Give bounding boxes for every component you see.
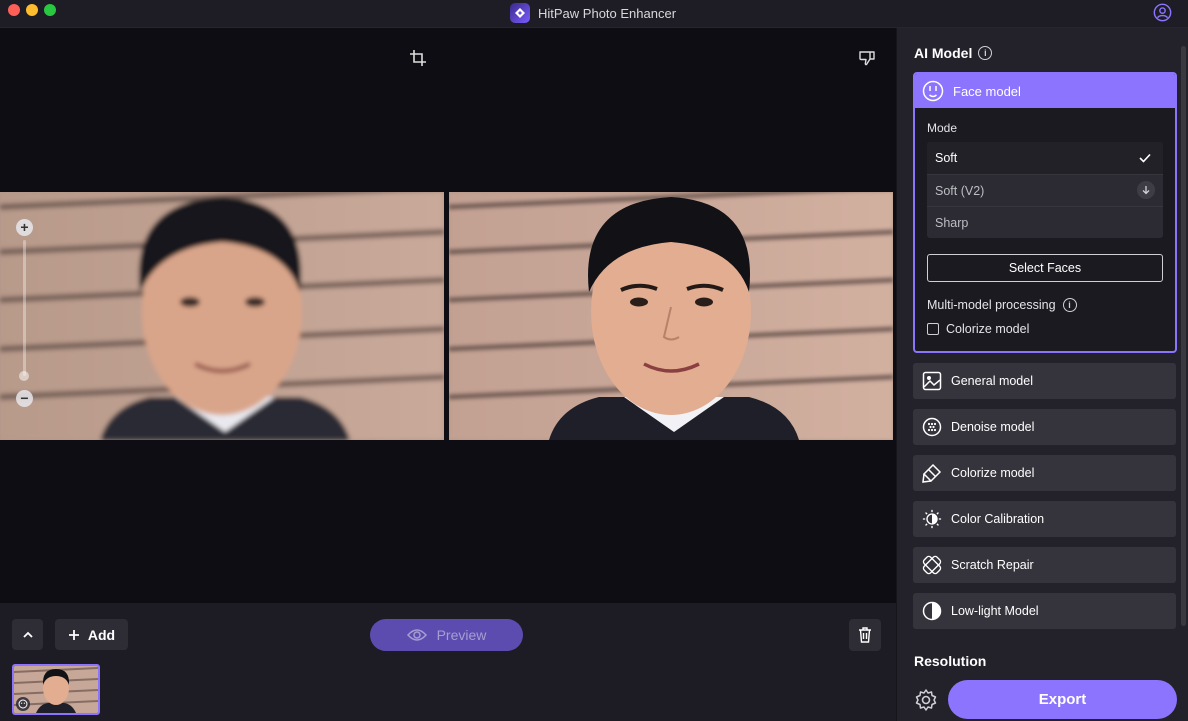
- low-light-model-button[interactable]: Low-light Model: [913, 593, 1176, 629]
- colorize-checkbox-label: Colorize model: [946, 322, 1030, 336]
- ai-model-heading: AI Model i: [914, 45, 993, 61]
- face-model-label: Face model: [953, 83, 1021, 99]
- color-calibration-button[interactable]: Color Calibration: [913, 501, 1176, 537]
- mode-option-soft[interactable]: Soft: [927, 142, 1163, 174]
- mode-option-label: Soft (V2): [935, 183, 985, 198]
- preview-canvas: + −: [0, 28, 896, 603]
- colorize-checkbox[interactable]: Colorize model: [927, 322, 1029, 336]
- preview-button[interactable]: Preview: [370, 619, 523, 651]
- mode-option-sharp[interactable]: Sharp: [927, 206, 1163, 238]
- mode-option-label: Sharp: [935, 215, 969, 230]
- sun-contrast-icon: [922, 509, 942, 529]
- checkbox-box[interactable]: [927, 323, 939, 335]
- app-logo-icon: [510, 3, 530, 23]
- zoom-slider-track[interactable]: [23, 240, 26, 376]
- add-button-label: Add: [87, 626, 116, 643]
- half-circle-icon: [922, 601, 942, 621]
- zoom-out-button[interactable]: −: [16, 390, 33, 407]
- denoise-model-button[interactable]: Denoise model: [913, 409, 1176, 445]
- denoise-icon: [922, 417, 942, 437]
- face-model-header[interactable]: Face model: [915, 74, 1175, 108]
- multi-model-processing: Multi-model processing i: [927, 298, 1077, 312]
- gear-icon[interactable]: [914, 688, 938, 712]
- ai-model-heading-text: AI Model: [914, 45, 973, 61]
- crop-icon[interactable]: [409, 49, 427, 67]
- app-window: HitPaw Photo Enhancer + − Add Preview AI…: [0, 0, 1188, 721]
- account-icon[interactable]: [1153, 3, 1172, 22]
- face-badge-icon: [16, 697, 30, 711]
- model-label: Denoise model: [951, 420, 1035, 434]
- colorize-model-button[interactable]: Colorize model: [913, 455, 1176, 491]
- scratch-repair-button[interactable]: Scratch Repair: [913, 547, 1176, 583]
- multi-model-label: Multi-model processing: [927, 298, 1056, 312]
- model-label: Color Calibration: [951, 512, 1045, 526]
- zoom-slider-handle[interactable]: [19, 371, 29, 381]
- select-faces-button[interactable]: Select Faces: [927, 254, 1163, 282]
- image-icon: [922, 371, 942, 391]
- trash-icon: [859, 627, 871, 643]
- face-model-card[interactable]: Face model Mode Soft Soft (V2) Sharp Sel…: [913, 72, 1177, 353]
- original-photo: [0, 192, 444, 440]
- mode-list: Soft Soft (V2) Sharp: [927, 142, 1163, 238]
- enhanced-photo: [449, 192, 893, 440]
- zoom-in-button[interactable]: +: [16, 219, 33, 236]
- collapse-button[interactable]: [12, 619, 43, 650]
- app-title-text: HitPaw Photo Enhancer: [538, 5, 677, 21]
- delete-button[interactable]: [849, 619, 881, 651]
- mode-label: Mode: [927, 121, 958, 135]
- face-icon: [922, 80, 944, 102]
- model-label: Colorize model: [951, 466, 1035, 480]
- model-label: Scratch Repair: [951, 558, 1034, 572]
- plus-icon: [68, 629, 79, 640]
- bottom-toolbar: Add Preview: [0, 603, 896, 721]
- mode-option-soft-v2[interactable]: Soft (V2): [927, 174, 1163, 206]
- panel-scrollbar[interactable]: [1181, 46, 1186, 626]
- close-window-button[interactable]: [8, 4, 20, 16]
- image-thumbnail[interactable]: [12, 664, 100, 715]
- bandage-icon: [922, 555, 942, 575]
- model-label: Low-light Model: [951, 604, 1039, 618]
- maximize-window-button[interactable]: [44, 4, 56, 16]
- window-title: HitPaw Photo Enhancer: [510, 3, 676, 23]
- general-model-button[interactable]: General model: [913, 363, 1176, 399]
- title-bar: HitPaw Photo Enhancer: [0, 0, 1188, 28]
- info-icon[interactable]: i: [1062, 298, 1077, 312]
- info-icon[interactable]: i: [978, 46, 993, 60]
- paint-brush-icon: [922, 463, 942, 483]
- chevron-up-icon: [22, 631, 33, 638]
- mode-option-label: Soft: [935, 151, 958, 165]
- download-icon[interactable]: [1137, 181, 1155, 199]
- minimize-window-button[interactable]: [26, 4, 38, 16]
- check-icon: [1139, 153, 1151, 163]
- ai-model-panel: AI Model i Face model Mode Soft Soft (V2…: [896, 28, 1188, 721]
- preview-button-label: Preview: [436, 627, 487, 643]
- dislike-icon[interactable]: [858, 49, 876, 67]
- model-label: General model: [951, 374, 1033, 388]
- eye-icon: [406, 629, 427, 641]
- resolution-heading: Resolution: [914, 653, 987, 669]
- export-button[interactable]: Export: [948, 680, 1177, 719]
- add-button[interactable]: Add: [55, 619, 128, 650]
